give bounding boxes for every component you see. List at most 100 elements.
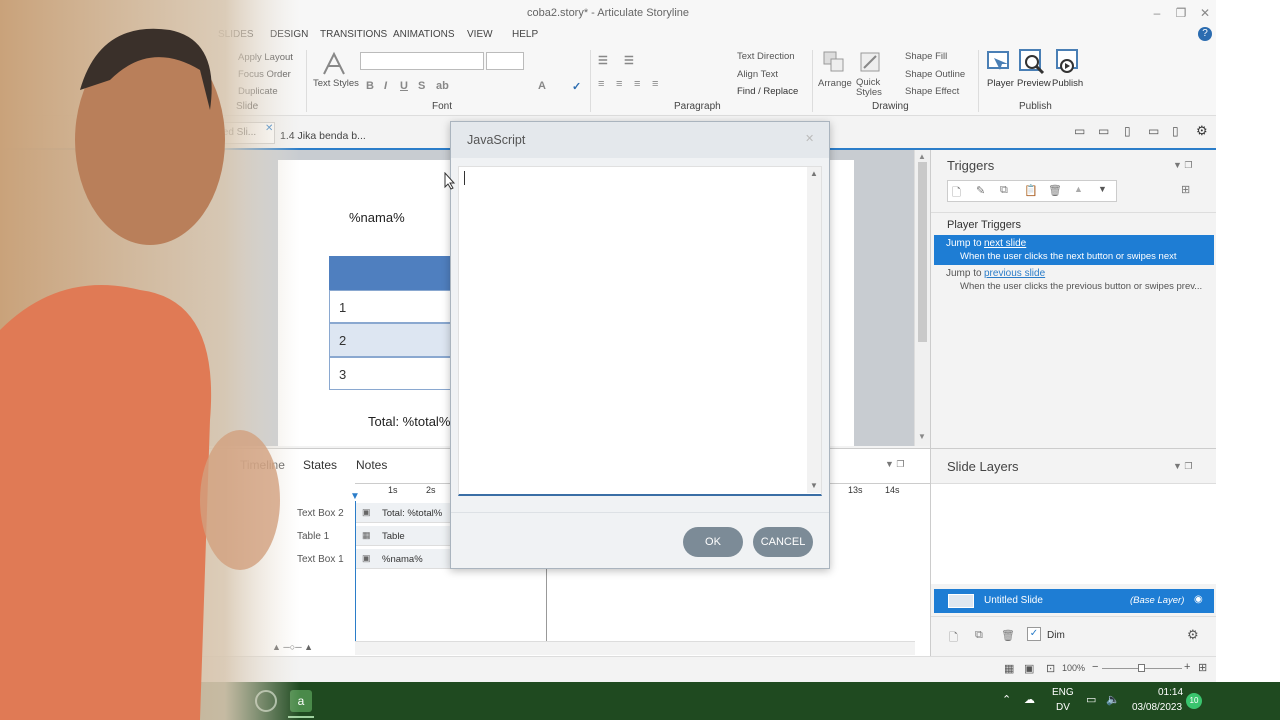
bold-icon[interactable]: B	[366, 80, 374, 92]
strikethrough-icon[interactable]: S	[418, 80, 425, 92]
bullets-icon[interactable]: ☰	[598, 54, 608, 67]
layer-settings-icon[interactable]: ⚙	[1187, 627, 1199, 643]
tab-view[interactable]: VIEW	[467, 29, 493, 40]
desktop-view-icon[interactable]: ▭	[1074, 124, 1085, 138]
doc-tab-slide-1-4[interactable]: 1.4 Jika benda b...	[280, 130, 366, 142]
tab-notes[interactable]: Notes	[356, 458, 387, 472]
font-family-select[interactable]	[360, 52, 484, 70]
grid-view-icon[interactable]: ▦	[1004, 662, 1014, 675]
justify-icon[interactable]: ≡	[652, 78, 658, 90]
scroll-down-icon[interactable]: ▼	[810, 481, 818, 490]
preview-label[interactable]: Preview	[1017, 78, 1051, 89]
font-size-select[interactable]	[486, 52, 524, 70]
close-tab-icon[interactable]: ✕	[265, 123, 273, 134]
player-icon[interactable]	[986, 48, 1012, 76]
scroll-thumb[interactable]	[918, 162, 927, 342]
editor-scrollbar[interactable]: ▲ ▼	[807, 167, 821, 493]
triggers-menu-icon[interactable]: ▼ ❐	[1173, 160, 1192, 171]
shape-effect-button[interactable]: Shape Effect	[905, 86, 959, 97]
ok-button[interactable]: OK	[683, 527, 743, 557]
quick-styles-icon[interactable]	[858, 50, 882, 74]
base-layer-item[interactable]: Untitled Slide (Base Layer) ◉	[934, 589, 1214, 613]
variables-icon[interactable]: ⊞	[1181, 183, 1190, 196]
volume-icon[interactable]: 🔈	[1106, 693, 1120, 706]
zoom-slider-icon[interactable]: ▲ ─○─ ▲	[272, 642, 313, 652]
tab-slides[interactable]: SLIDES	[218, 29, 254, 40]
canvas-scrollbar[interactable]: ▲ ▼	[914, 150, 930, 446]
panel-menu-icon[interactable]: ▼ ❐	[885, 459, 904, 470]
shape-fill-button[interactable]: Shape Fill	[905, 51, 947, 62]
zoom-in-icon[interactable]: +	[1184, 661, 1190, 673]
copy-trigger-icon[interactable]: ⧉	[1000, 184, 1008, 197]
tab-timeline[interactable]: Timeline	[240, 458, 285, 472]
trigger-target-link[interactable]: previous slide	[984, 268, 1045, 279]
help-icon[interactable]: ?	[1198, 27, 1212, 41]
tab-help[interactable]: HELP	[512, 29, 538, 40]
close-icon[interactable]: ✕	[1196, 4, 1214, 22]
nama-variable-text[interactable]: %nama%	[349, 210, 405, 225]
apply-layout-button[interactable]: Apply Layout	[238, 52, 293, 63]
doc-tab-untitled[interactable]: Untitled Sli...	[195, 122, 275, 144]
timeline-hscrollbar[interactable]	[355, 641, 915, 655]
spell-check-icon[interactable]: ✓	[572, 80, 581, 93]
new-trigger-icon[interactable]: 🗋	[952, 184, 961, 203]
align-center-icon[interactable]: ≡	[616, 78, 622, 90]
delete-layer-icon[interactable]: 🗑	[1001, 629, 1015, 642]
text-styles-icon[interactable]	[320, 50, 348, 78]
align-left-icon[interactable]: ≡	[598, 78, 604, 90]
storyline-taskbar-icon[interactable]: a	[290, 690, 312, 712]
align-right-icon[interactable]: ≡	[634, 78, 640, 90]
text-direction-button[interactable]: Text Direction	[737, 51, 795, 62]
paste-trigger-icon[interactable]: 📋	[1024, 184, 1038, 197]
shape-outline-button[interactable]: Shape Outline	[905, 69, 965, 80]
tab-states[interactable]: States	[303, 458, 337, 472]
focus-order-button[interactable]: Focus Order	[238, 69, 291, 80]
tray-chevron-icon[interactable]: ⌃	[1002, 693, 1011, 706]
minimize-icon[interactable]: –	[1148, 4, 1166, 22]
network-icon[interactable]: ▭	[1086, 693, 1096, 706]
italic-icon[interactable]: I	[384, 80, 387, 92]
tab-animations[interactable]: ANIMATIONS	[393, 29, 454, 40]
phone-landscape-icon[interactable]: ▭	[1148, 124, 1159, 138]
normal-view-icon[interactable]: ▣	[1024, 662, 1034, 675]
font-color-icon[interactable]: A	[538, 80, 546, 92]
trigger-target-link[interactable]: next slide	[984, 238, 1026, 249]
onedrive-icon[interactable]: ☁	[1024, 693, 1035, 706]
layers-menu-icon[interactable]: ▼ ❐	[1173, 461, 1192, 472]
scroll-up-icon[interactable]: ▲	[810, 169, 818, 178]
tab-design[interactable]: DESIGN	[270, 29, 308, 40]
duplicate-button[interactable]: Duplicate	[238, 86, 278, 97]
find-replace-button[interactable]: Find / Replace	[737, 86, 798, 97]
zoom-out-icon[interactable]: −	[1092, 661, 1098, 673]
shadow-icon[interactable]: ab	[436, 80, 449, 92]
visibility-eye-icon[interactable]: ◉	[1194, 594, 1203, 605]
move-up-icon[interactable]: ▲	[1074, 184, 1083, 194]
publish-label[interactable]: Publish	[1052, 78, 1083, 89]
align-text-button[interactable]: Align Text	[737, 69, 778, 80]
zoom-slider-thumb[interactable]	[1138, 664, 1145, 672]
trigger-item[interactable]: Jump to next slide When the user clicks …	[934, 235, 1214, 265]
player-label[interactable]: Player	[987, 78, 1014, 89]
tab-transitions[interactable]: TRANSITIONS	[320, 29, 387, 40]
publish-icon[interactable]	[1055, 48, 1081, 76]
fit-view-icon[interactable]: ⊡	[1046, 662, 1055, 675]
restore-icon[interactable]: ❐	[1172, 4, 1190, 22]
cancel-button[interactable]: CANCEL	[753, 527, 813, 557]
arrange-icon[interactable]	[822, 50, 846, 74]
total-variable-text[interactable]: Total: %total%	[368, 414, 450, 429]
notification-badge[interactable]: 10	[1186, 693, 1202, 709]
underline-icon[interactable]: U	[400, 80, 408, 92]
phone-portrait-icon[interactable]: ▯	[1172, 124, 1179, 138]
cortana-icon[interactable]	[255, 690, 277, 712]
settings-gear-icon[interactable]: ⚙	[1196, 123, 1208, 139]
move-down-icon[interactable]: ▼	[1098, 184, 1107, 194]
keyboard-layout[interactable]: DV	[1056, 702, 1070, 713]
numbering-icon[interactable]: ☰	[624, 54, 634, 67]
language-indicator[interactable]: ENG	[1052, 687, 1074, 698]
tablet-portrait-icon[interactable]: ▯	[1124, 124, 1131, 138]
duplicate-layer-icon[interactable]: ⧉	[975, 629, 983, 642]
dim-checkbox[interactable]: ✓	[1027, 627, 1041, 641]
edit-trigger-icon[interactable]: ✎	[976, 184, 985, 197]
fit-window-icon[interactable]: ⊞	[1198, 661, 1207, 674]
clock-date[interactable]: 03/08/2023	[1132, 702, 1182, 713]
